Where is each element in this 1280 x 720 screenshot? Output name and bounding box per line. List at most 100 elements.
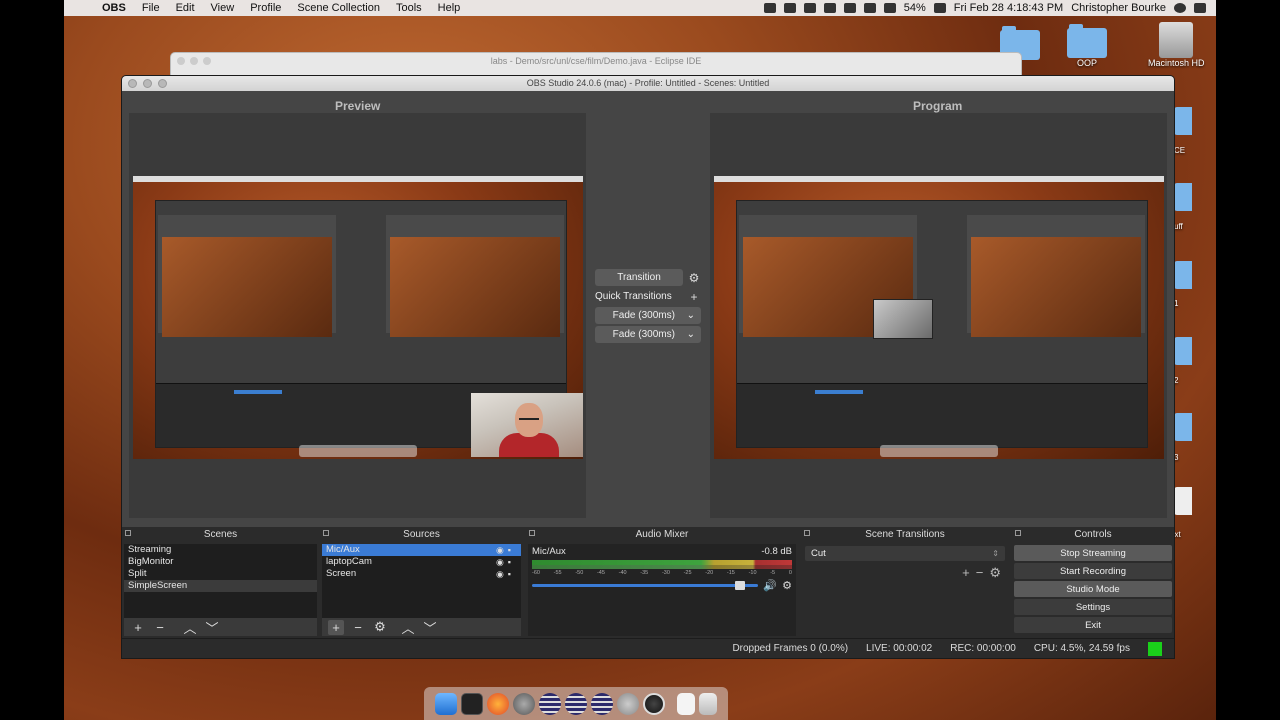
menu-view[interactable]: View	[203, 2, 243, 14]
undock-icon[interactable]	[1015, 530, 1021, 536]
lock-icon[interactable]: ▪	[508, 568, 511, 580]
chevron-up-icon[interactable]: ︿	[400, 618, 416, 637]
scene-item-split[interactable]: Split	[124, 568, 317, 580]
quick-transition-fade-1[interactable]: Fade (300ms) ⌄	[595, 307, 701, 324]
eclipse-icon[interactable]	[591, 692, 613, 715]
folder-icon[interactable]	[1174, 107, 1192, 135]
studio-mode-button[interactable]: Studio Mode	[1014, 581, 1172, 597]
eye-icon[interactable]: ◉	[496, 568, 504, 580]
lock-icon[interactable]	[783, 3, 796, 13]
gear-icon[interactable]: ⚙	[989, 565, 1001, 581]
chevron-down-icon[interactable]: ﹀	[204, 618, 220, 637]
cpu-fps: CPU: 4.5%, 24.59 fps	[1033, 643, 1130, 654]
scene-item-simplescreen[interactable]: SimpleScreen	[124, 580, 317, 592]
obs-status-icon[interactable]	[763, 3, 776, 13]
desktop-folder-oop[interactable]: OOP	[1067, 24, 1107, 68]
system-prefs-icon[interactable]	[513, 692, 535, 715]
remove-icon[interactable]: −	[976, 565, 984, 581]
document-icon[interactable]	[677, 692, 695, 715]
sources-list: Mic/Aux ◉ ▪ laptopCam ◉ ▪ Screen ◉ ▪	[322, 544, 521, 619]
stop-streaming-button[interactable]: Stop Streaming	[1014, 545, 1172, 561]
menu-edit[interactable]: Edit	[168, 2, 203, 14]
start-recording-button[interactable]: Start Recording	[1014, 563, 1172, 579]
eclipse-icon[interactable]	[565, 692, 587, 715]
menu-app-name[interactable]: OBS	[94, 2, 134, 14]
gear-icon[interactable]: ⚙	[372, 619, 388, 635]
folder-icon[interactable]	[1174, 337, 1192, 365]
menu-tools[interactable]: Tools	[388, 2, 430, 14]
add-icon[interactable]: +	[962, 565, 970, 581]
folder-icon[interactable]	[1174, 183, 1192, 211]
bluetooth-icon[interactable]	[843, 3, 856, 13]
gear-icon[interactable]: ⚙	[687, 271, 701, 285]
eye-icon[interactable]: ◉	[496, 544, 504, 556]
terminal-icon[interactable]	[461, 692, 483, 715]
trash-icon[interactable]	[699, 692, 717, 715]
obs-icon[interactable]	[643, 692, 665, 715]
program-canvas[interactable]	[714, 176, 1164, 459]
eclipse-icon[interactable]	[539, 692, 561, 715]
preview-pane[interactable]	[129, 113, 586, 518]
volume-slider-handle[interactable]	[734, 581, 745, 590]
source-item-laptopcam[interactable]: laptopCam ◉ ▪	[322, 556, 521, 568]
chevron-down-icon[interactable]: ﹀	[422, 618, 438, 637]
desktop-macintosh-hd[interactable]: Macintosh HD	[1148, 22, 1205, 68]
remove-icon[interactable]: −	[350, 620, 366, 635]
text-file-icon[interactable]	[1174, 487, 1192, 515]
eye-icon[interactable]: ◉	[496, 556, 504, 568]
volume-slider[interactable]	[532, 581, 759, 590]
close-button[interactable]	[128, 79, 137, 88]
lock-icon[interactable]: ▪	[508, 544, 511, 556]
quick-transition-fade-2[interactable]: Fade (300ms) ⌄	[595, 326, 701, 343]
gear-icon[interactable]: ⚙	[782, 579, 792, 592]
undock-icon[interactable]	[804, 530, 810, 536]
texshop-icon[interactable]	[617, 692, 639, 715]
finder-icon[interactable]	[435, 692, 457, 715]
folder-icon[interactable]	[1174, 413, 1192, 441]
menu-file[interactable]: File	[134, 2, 168, 14]
transition-button[interactable]: Transition	[595, 269, 683, 286]
speaker-icon[interactable]: 🔊	[763, 579, 777, 592]
undock-icon[interactable]	[323, 530, 329, 536]
scene-item-streaming[interactable]: Streaming	[124, 544, 317, 556]
add-icon[interactable]: +	[130, 620, 146, 635]
exit-button[interactable]: Exit	[1014, 617, 1172, 633]
folder-icon[interactable]	[1174, 261, 1192, 289]
undock-icon[interactable]	[529, 530, 535, 536]
firefox-icon[interactable]	[487, 692, 509, 715]
desktop: OBS File Edit View Profile Scene Collect…	[64, 0, 1216, 720]
notification-center-icon[interactable]	[1194, 3, 1206, 13]
scene-transitions-body: Cut ⇕ + − ⚙	[803, 544, 1007, 636]
menu-scene-collection[interactable]: Scene Collection	[289, 2, 388, 14]
obs-window: OBS Studio 24.0.6 (mac) - Profile: Untit…	[121, 75, 1175, 659]
nested-program-image	[390, 237, 560, 337]
menu-user[interactable]: Christopher Bourke	[1071, 2, 1166, 14]
menu-profile[interactable]: Profile	[242, 2, 289, 14]
menu-clock[interactable]: Fri Feb 28 4:18:43 PM	[954, 2, 1063, 14]
transition-select[interactable]: Cut ⇕	[805, 546, 1005, 561]
preview-canvas[interactable]	[133, 176, 583, 459]
source-item-screen[interactable]: Screen ◉ ▪	[322, 568, 521, 580]
time-machine-icon[interactable]	[803, 3, 816, 13]
display-icon[interactable]	[823, 3, 836, 13]
scene-item-bigmonitor[interactable]: BigMonitor	[124, 556, 317, 568]
battery-icon[interactable]	[933, 3, 946, 13]
add-icon[interactable]: +	[687, 290, 701, 304]
siri-icon[interactable]	[1174, 3, 1186, 13]
remove-icon[interactable]: −	[152, 620, 168, 635]
zoom-button[interactable]	[158, 79, 167, 88]
wifi-icon[interactable]	[863, 3, 876, 13]
add-icon[interactable]: +	[328, 619, 344, 635]
lock-icon[interactable]: ▪	[508, 556, 511, 568]
undock-icon[interactable]	[125, 530, 131, 536]
settings-button[interactable]: Settings	[1014, 599, 1172, 615]
menu-help[interactable]: Help	[430, 2, 469, 14]
minimize-button[interactable]	[143, 79, 152, 88]
volume-icon[interactable]	[883, 3, 896, 13]
nested-dock	[299, 445, 417, 457]
source-item-mic-aux[interactable]: Mic/Aux ◉ ▪	[322, 544, 521, 556]
chevron-up-icon[interactable]: ︿	[182, 618, 198, 637]
transition-row: Transition ⚙	[595, 269, 701, 286]
program-pane[interactable]	[710, 113, 1167, 518]
obs-title-bar[interactable]: OBS Studio 24.0.6 (mac) - Profile: Untit…	[122, 76, 1174, 91]
